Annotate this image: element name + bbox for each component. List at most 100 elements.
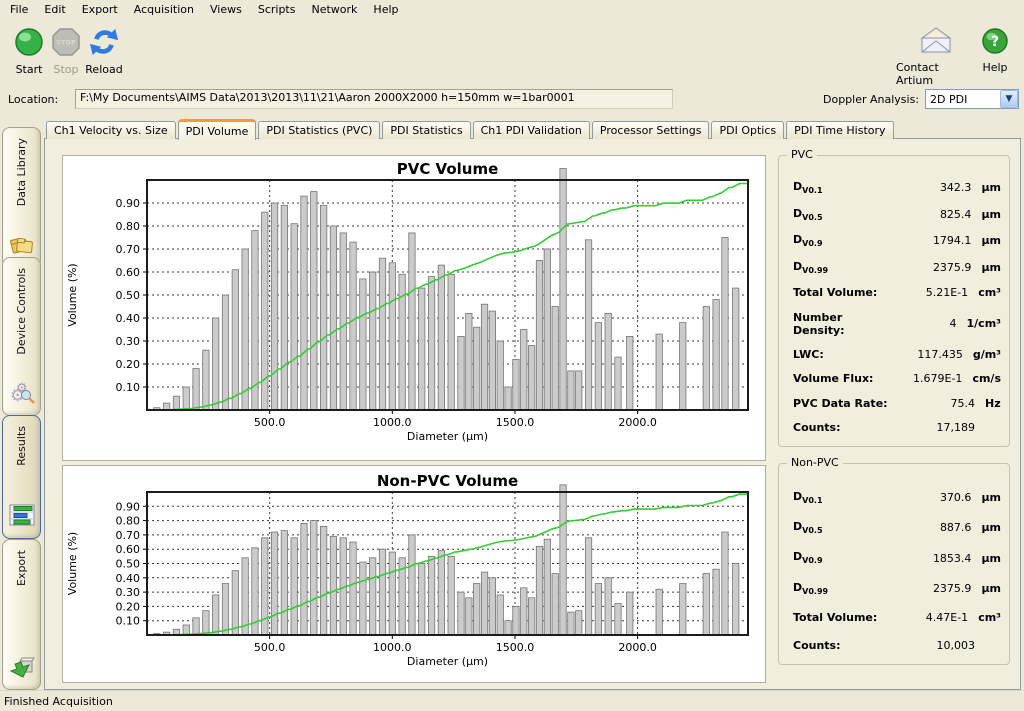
svg-text:STOP: STOP xyxy=(56,39,76,47)
stat-value: 2375.9 xyxy=(897,261,972,274)
tab-processor-settings[interactable]: Processor Settings xyxy=(592,121,710,139)
stat-row: Volume Flux:1.679E-1cm/s xyxy=(793,372,1001,385)
svg-text:1500.0: 1500.0 xyxy=(496,416,535,429)
menu-scripts[interactable]: Scripts xyxy=(250,1,304,18)
stat-label: PVC Data Rate: xyxy=(793,397,899,410)
svg-text:0.80: 0.80 xyxy=(116,220,141,233)
stat-value: 17,189 xyxy=(899,421,975,434)
start-button[interactable]: Start xyxy=(8,27,50,76)
stat-unit: Hz xyxy=(985,397,1001,410)
stat-label: Counts: xyxy=(793,421,899,434)
sidebar-item-results[interactable]: Results xyxy=(2,415,41,539)
gears-icon: ⚙⚙ xyxy=(9,378,35,407)
stat-label: DV0.5 xyxy=(793,207,897,222)
stat-row: Number Density:41/cm³ xyxy=(793,311,1001,337)
tab-pdi-optics[interactable]: PDI Optics xyxy=(711,121,784,139)
stat-label: LWC: xyxy=(793,348,892,361)
stat-label: Volume Flux: xyxy=(793,372,892,385)
doppler-analysis-select[interactable]: 2D PDI ▼ xyxy=(925,89,1019,109)
bar-chart-icon xyxy=(9,503,35,530)
help-button[interactable]: ? Help xyxy=(976,27,1014,74)
sidebar-item-data-library[interactable]: Data Library xyxy=(2,127,41,268)
stat-label: Total Volume: xyxy=(793,286,895,299)
doppler-analysis-label: Doppler Analysis: xyxy=(823,93,919,106)
stat-value: 370.6 xyxy=(897,491,972,504)
pvc-stats-groupbox: PVC DV0.1342.3µmDV0.5825.4µmDV0.91794.1µ… xyxy=(778,155,1010,447)
chart-canvas: 0.100.200.300.400.500.600.700.800.90500.… xyxy=(63,466,763,680)
stat-unit: cm³ xyxy=(978,286,1001,299)
stat-label: DV0.1 xyxy=(793,180,897,195)
location-field[interactable]: F:\My Documents\AIMS Data\2013\2013\11\2… xyxy=(75,89,673,109)
reload-icon xyxy=(88,27,120,60)
stat-unit: µm xyxy=(981,181,1001,194)
svg-text:0.50: 0.50 xyxy=(116,558,141,571)
stop-button[interactable]: STOP Stop xyxy=(46,27,86,76)
envelope-icon xyxy=(919,27,953,58)
svg-text:0.80: 0.80 xyxy=(116,515,141,528)
y-axis-label: Volume (%) xyxy=(66,532,79,595)
reload-button[interactable]: Reload xyxy=(82,27,126,76)
stat-unit: cm/s xyxy=(972,372,1001,385)
doppler-analysis-value: 2D PDI xyxy=(926,93,1000,106)
menu-edit[interactable]: Edit xyxy=(36,1,73,18)
svg-text:?: ? xyxy=(991,34,999,50)
pvc-volume-chart: 0.100.200.300.400.500.600.700.800.90500.… xyxy=(62,155,766,461)
sidebar-item-device-controls[interactable]: Device Controls ⚙⚙ xyxy=(2,257,41,416)
menu-acquisition[interactable]: Acquisition xyxy=(126,1,202,18)
sidebar-item-label: Device Controls xyxy=(15,268,28,355)
stat-label: Number Density: xyxy=(793,311,888,337)
stat-unit: µm xyxy=(981,208,1001,221)
stat-label: DV0.99 xyxy=(793,581,897,596)
svg-text:0.70: 0.70 xyxy=(116,529,141,542)
sidebar-item-export[interactable]: Export xyxy=(2,539,41,690)
stat-value: 887.6 xyxy=(897,521,972,534)
chevron-down-icon[interactable]: ▼ xyxy=(1000,90,1018,108)
tab-page-pdi-volume: 0.100.200.300.400.500.600.700.800.90500.… xyxy=(44,138,1021,690)
svg-text:0.10: 0.10 xyxy=(116,615,141,628)
tab-ch1-pdi-validation[interactable]: Ch1 PDI Validation xyxy=(473,121,590,139)
stat-row: Total Volume:5.21E-1cm³ xyxy=(793,286,1001,299)
stat-unit: cm³ xyxy=(978,611,1001,624)
svg-text:0.70: 0.70 xyxy=(116,243,141,256)
menu-help[interactable]: Help xyxy=(365,1,406,18)
menu-file[interactable]: File xyxy=(2,1,36,18)
stat-row: DV0.1342.3µm xyxy=(793,180,1001,195)
contact-artium-button[interactable]: Contact Artium xyxy=(896,27,976,87)
stat-value: 4.47E-1 xyxy=(895,611,968,624)
stat-value: 4 xyxy=(888,317,956,330)
tab-ch1-velocity-vs-size[interactable]: Ch1 Velocity vs. Size xyxy=(46,121,176,139)
location-label: Location: xyxy=(8,93,58,106)
stat-value: 117.435 xyxy=(892,348,963,361)
svg-text:2000.0: 2000.0 xyxy=(618,416,657,429)
nonpvc-stats-groupbox: Non-PVC DV0.1370.6µmDV0.5887.6µmDV0.9185… xyxy=(778,463,1010,665)
stat-row: DV0.992375.9µm xyxy=(793,581,1001,596)
svg-text:0.60: 0.60 xyxy=(116,543,141,556)
menu-network[interactable]: Network xyxy=(303,1,365,18)
tab-pdi-statistics[interactable]: PDI Statistics xyxy=(382,121,470,139)
stop-icon: STOP xyxy=(51,27,81,60)
location-value: F:\My Documents\AIMS Data\2013\2013\11\2… xyxy=(80,91,575,104)
svg-text:0.50: 0.50 xyxy=(116,289,141,302)
stat-label: DV0.9 xyxy=(793,233,897,248)
pvc-stat-rows: DV0.1342.3µmDV0.5825.4µmDV0.91794.1µmDV0… xyxy=(779,156,1009,446)
stat-value: 825.4 xyxy=(897,208,972,221)
stat-row: DV0.992375.9µm xyxy=(793,260,1001,275)
tab-pdi-time-history[interactable]: PDI Time History xyxy=(786,121,893,139)
stop-label: Stop xyxy=(53,63,78,76)
stat-row: DV0.1370.6µm xyxy=(793,490,1001,505)
stat-row: LWC:117.435g/m³ xyxy=(793,348,1001,361)
help-label: Help xyxy=(982,61,1007,74)
menu-export[interactable]: Export xyxy=(74,1,126,18)
tab-pdi-statistics-pvc-[interactable]: PDI Statistics (PVC) xyxy=(258,121,380,139)
stat-row: PVC Data Rate:75.4Hz xyxy=(793,397,1001,410)
chart-title: Non-PVC Volume xyxy=(377,472,518,490)
stat-label: Counts: xyxy=(793,639,899,652)
svg-text:0.20: 0.20 xyxy=(116,358,141,371)
stat-row: Counts:10,003 xyxy=(793,639,1001,652)
tab-pdi-volume[interactable]: PDI Volume xyxy=(178,119,257,140)
stat-row: Total Volume:4.47E-1cm³ xyxy=(793,611,1001,624)
svg-text:0.30: 0.30 xyxy=(116,586,141,599)
status-bar: Finished Acquisition xyxy=(0,690,1024,711)
start-icon xyxy=(14,27,44,60)
menu-views[interactable]: Views xyxy=(202,1,250,18)
